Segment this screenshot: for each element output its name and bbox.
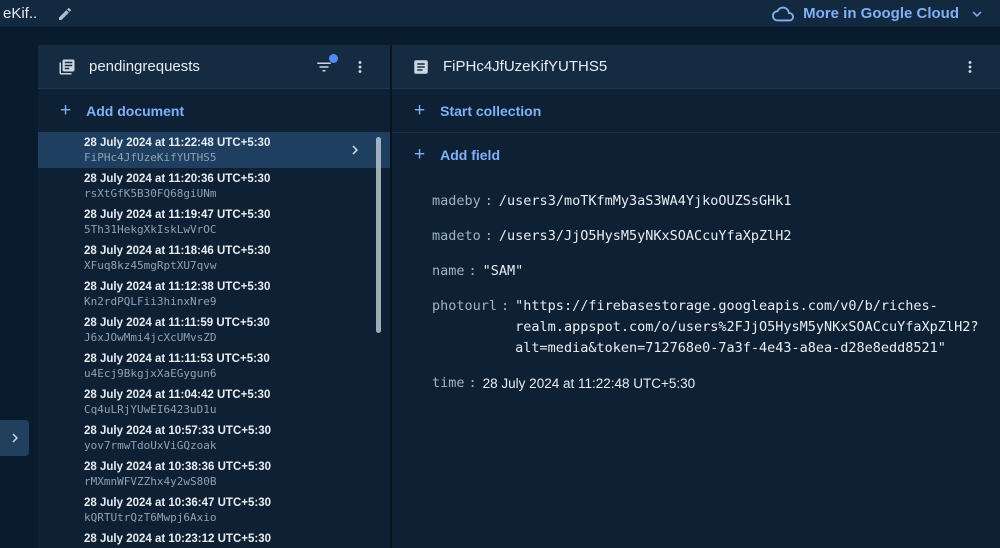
field-key: name	[432, 263, 465, 279]
plus-icon: +	[60, 100, 72, 121]
document-timestamp: 28 July 2024 at 11:19:47 UTC+5:30	[84, 209, 271, 221]
field-value: 28 July 2024 at 11:22:48 UTC+5:30	[482, 376, 696, 391]
field-row[interactable]: time:28 July 2024 at 11:22:48 UTC+5:30	[432, 373, 976, 394]
more-in-google-cloud-label: More in Google Cloud	[803, 5, 959, 22]
document-id: FiPHc4JfUzeKifYUTHS5	[84, 151, 217, 164]
document-list-item[interactable]: 28 July 2024 at 10:38:36 UTC+5:30 rMXmnW…	[38, 456, 390, 492]
document-id: u4Ecj9BkgjxXaEGygun6	[84, 367, 217, 380]
field-colon: :	[468, 375, 477, 391]
collection-panel: pendingrequests + Add document 28 July 2…	[38, 45, 390, 548]
collection-menu-button[interactable]	[348, 55, 372, 79]
field-key: time	[432, 375, 465, 391]
add-document-label: Add document	[86, 102, 185, 119]
plus-icon: +	[414, 144, 426, 165]
expand-panel-button[interactable]	[0, 420, 29, 456]
document-id: rsXtGfK5B30FQ68giUNm	[84, 187, 217, 200]
field-row[interactable]: photourl: "https://firebasestorage.google…	[432, 296, 979, 359]
edit-title-button[interactable]	[53, 2, 77, 26]
document-timestamp: 28 July 2024 at 10:38:36 UTC+5:30	[84, 461, 271, 473]
page-title: eKif..	[3, 5, 38, 22]
document-title: FiPHc4JfUzeKifYUTHS5	[443, 58, 608, 75]
add-document-button[interactable]: + Add document	[38, 89, 390, 133]
field-row[interactable]: madeby: /users3/moTKfmMy3aS3WA4YjkoOUZSsG…	[432, 191, 976, 212]
document-timestamp: 28 July 2024 at 10:36:47 UTC+5:30	[84, 497, 271, 509]
collection-icon	[59, 59, 75, 74]
more-vert-icon	[968, 60, 972, 73]
field-value: "SAM"	[482, 263, 524, 279]
document-timestamp: 28 July 2024 at 10:23:12 UTC+5:30	[84, 533, 271, 545]
document-list-item[interactable]: 28 July 2024 at 11:04:42 UTC+5:30 Cq4uLR…	[38, 384, 390, 420]
field-value: /users3/JjO5HysM5yNKxSOACcuYfaXpZlH2	[498, 228, 792, 244]
document-icon	[414, 59, 428, 74]
filter-active-dot	[329, 53, 338, 63]
field-row[interactable]: name: "SAM"	[432, 261, 976, 282]
cloud-icon	[772, 6, 795, 21]
chevron-right-icon	[352, 145, 358, 155]
start-collection-button[interactable]: + Start collection	[392, 89, 1000, 133]
document-list-item[interactable]: 28 July 2024 at 11:20:36 UTC+5:30 rsXtGf…	[38, 168, 390, 204]
document-list-item[interactable]: 28 July 2024 at 10:36:47 UTC+5:30 kQRTUt…	[38, 492, 390, 528]
chevron-right-icon	[11, 433, 18, 443]
more-vert-icon	[358, 60, 362, 73]
add-field-label: Add field	[440, 146, 500, 163]
document-timestamp: 28 July 2024 at 11:11:53 UTC+5:30	[84, 353, 270, 365]
document-list-item[interactable]: 28 July 2024 at 10:57:33 UTC+5:30 yov7rm…	[38, 420, 390, 456]
document-list: 28 July 2024 at 11:22:48 UTC+5:30 FiPHc4…	[38, 132, 390, 548]
collection-header: pendingrequests	[38, 45, 390, 89]
chevron-down-icon	[972, 10, 982, 17]
document-id: XFuq8kz45mgRptXU7qvw	[84, 259, 217, 272]
filter-button[interactable]	[312, 53, 338, 79]
field-key: madeto	[432, 228, 481, 244]
document-id: Cq4uLRjYUwEI6423uD1u	[84, 403, 217, 416]
document-list-item[interactable]: 28 July 2024 at 10:23:12 UTC+5:30	[38, 528, 390, 548]
document-list-item[interactable]: 28 July 2024 at 11:11:59 UTC+5:30 J6xJOw…	[38, 312, 390, 348]
firestore-panels: pendingrequests + Add document 28 July 2…	[38, 45, 1000, 548]
field-colon: :	[501, 298, 510, 314]
field-colon: :	[468, 263, 477, 279]
field-key: madeby	[432, 193, 481, 209]
document-id: 5Th31HekgXkIskLwVrOC	[84, 223, 217, 236]
field-key: photourl	[432, 298, 498, 314]
document-timestamp: 28 July 2024 at 11:11:59 UTC+5:30	[84, 317, 270, 329]
document-panel: FiPHc4JfUzeKifYUTHS5 + Start collection …	[390, 45, 1000, 548]
document-menu-button[interactable]	[958, 55, 982, 79]
collection-title: pendingrequests	[89, 58, 200, 75]
document-timestamp: 28 July 2024 at 11:04:42 UTC+5:30	[84, 389, 271, 401]
start-collection-label: Start collection	[440, 102, 542, 119]
pencil-icon	[59, 7, 72, 20]
document-list-item[interactable]: 28 July 2024 at 11:11:53 UTC+5:30 u4Ecj9…	[38, 348, 390, 384]
side-rail	[0, 28, 38, 548]
document-timestamp: 28 July 2024 at 11:20:36 UTC+5:30	[84, 173, 271, 185]
document-list-item[interactable]: 28 July 2024 at 11:12:38 UTC+5:30 Kn2rdP…	[38, 276, 390, 312]
document-id: kQRTUtrQzT6Mwpj6Axio	[84, 511, 217, 524]
field-row[interactable]: madeto: /users3/JjO5HysM5yNKxSOACcuYfaXpZ…	[432, 226, 976, 247]
field-value: "https://firebasestorage.googleapis.com/…	[515, 298, 979, 356]
topbar: eKif.. More in Google Cloud	[0, 0, 1000, 28]
add-field-button[interactable]: + Add field	[392, 133, 1000, 176]
document-list-item[interactable]: 28 July 2024 at 11:18:46 UTC+5:30 XFuq8k…	[38, 240, 390, 276]
plus-icon: +	[414, 100, 426, 121]
field-colon: :	[484, 193, 493, 209]
document-timestamp: 28 July 2024 at 11:12:38 UTC+5:30	[84, 281, 271, 293]
document-list-item[interactable]: 28 July 2024 at 11:19:47 UTC+5:30 5Th31H…	[38, 204, 390, 240]
field-colon: :	[484, 228, 493, 244]
document-timestamp: 28 July 2024 at 11:22:48 UTC+5:30	[84, 137, 271, 149]
document-id: yov7rmwTdoUxViGQzoak	[84, 439, 217, 452]
document-list-item[interactable]: 28 July 2024 at 11:22:48 UTC+5:30 FiPHc4…	[38, 132, 390, 168]
more-in-google-cloud-link[interactable]: More in Google Cloud	[772, 3, 986, 25]
field-list: madeby: /users3/moTKfmMy3aS3WA4YjkoOUZSsG…	[392, 176, 1000, 394]
scrollbar-thumb[interactable]	[376, 137, 381, 333]
document-id: rMXmnWFVZZhx4y2wS80B	[84, 475, 217, 488]
document-id: J6xJOwMmi4jcXcUMvsZD	[84, 331, 217, 344]
document-timestamp: 28 July 2024 at 10:57:33 UTC+5:30	[84, 425, 271, 437]
document-header: FiPHc4JfUzeKifYUTHS5	[392, 45, 1000, 89]
document-id: Kn2rdPQLFii3hinxNre9	[84, 295, 217, 308]
field-value: /users3/moTKfmMy3aS3WA4YjkoOUZSsGHk1	[498, 193, 792, 209]
document-timestamp: 28 July 2024 at 11:18:46 UTC+5:30	[84, 245, 271, 257]
